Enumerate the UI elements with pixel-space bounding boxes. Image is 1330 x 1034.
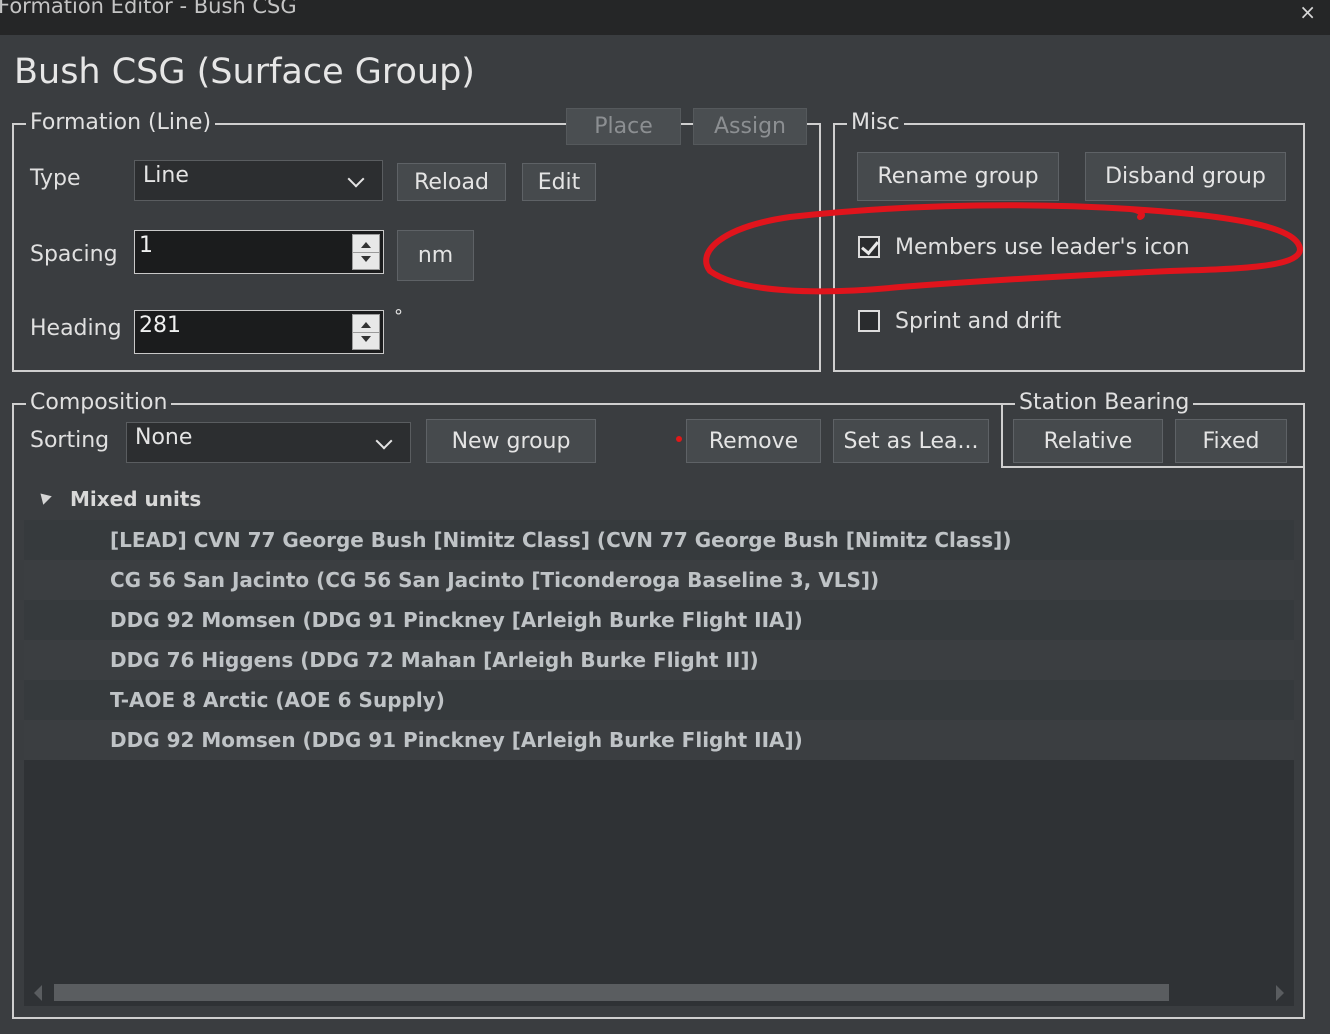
list-item[interactable]: DDG 92 Momsen (DDG 91 Pinckney [Arleigh … [24, 720, 1294, 760]
spacing-label: Spacing [30, 242, 118, 267]
units-tree-list[interactable]: Mixed units [LEAD] CVN 77 George Bush [N… [24, 480, 1294, 1000]
horizontal-scrollbar[interactable] [24, 978, 1294, 1006]
stepper-divider [353, 332, 379, 333]
stepper-divider [353, 252, 379, 253]
assign-button[interactable]: Assign [693, 108, 807, 145]
title-bar: Formation Editor - Bush CSG × [0, 0, 1330, 35]
red-dot-marker [676, 436, 682, 442]
title-bar-text: Formation Editor - Bush CSG [0, 0, 297, 18]
disband-group-button[interactable]: Disband group [1085, 152, 1286, 201]
chevron-up-icon[interactable] [361, 322, 371, 328]
new-group-button[interactable]: New group [426, 419, 596, 463]
chevron-down-icon [347, 170, 365, 188]
type-label: Type [30, 166, 81, 191]
heading-stepper-arrows[interactable] [352, 314, 380, 350]
list-item[interactable]: DDG 76 Higgens (DDG 72 Mahan [Arleigh Bu… [24, 640, 1294, 680]
list-item-label: DDG 76 Higgens (DDG 72 Mahan [Arleigh Bu… [110, 648, 759, 672]
type-dropdown-value: Line [143, 163, 189, 188]
remove-button[interactable]: Remove [686, 419, 821, 463]
chevron-down-icon [375, 432, 393, 450]
scrollbar-thumb[interactable] [54, 984, 1169, 1001]
list-item-label: CG 56 San Jacinto (CG 56 San Jacinto [Ti… [110, 568, 880, 592]
chevron-down-icon[interactable] [361, 256, 371, 262]
expand-triangle-icon[interactable] [36, 489, 52, 505]
sorting-label: Sorting [30, 428, 110, 453]
list-item[interactable]: [LEAD] CVN 77 George Bush [Nimitz Class]… [24, 520, 1294, 560]
relative-button[interactable]: Relative [1013, 419, 1163, 463]
annotation-stroke [703, 202, 1303, 295]
sorting-dropdown-value: None [135, 425, 193, 450]
sprint-drift-label: Sprint and drift [895, 309, 1062, 334]
formation-legend: Formation (Line) [26, 110, 216, 136]
list-item[interactable]: T-AOE 8 Arctic (AOE 6 Supply) [24, 680, 1294, 720]
reload-button[interactable]: Reload [397, 163, 506, 201]
list-item-label: T-AOE 8 Arctic (AOE 6 Supply) [110, 688, 445, 712]
list-item-label: DDG 92 Momsen (DDG 91 Pinckney [Arleigh … [110, 608, 803, 632]
composition-legend: Composition [26, 390, 172, 416]
heading-stepper[interactable]: 281 [134, 310, 384, 354]
chevron-down-icon[interactable] [361, 336, 371, 342]
edit-button[interactable]: Edit [522, 163, 596, 201]
sprint-drift-checkbox[interactable] [858, 310, 880, 332]
list-item[interactable]: CG 56 San Jacinto (CG 56 San Jacinto [Ti… [24, 560, 1294, 600]
heading-value: 281 [139, 313, 181, 338]
tree-group-label: Mixed units [70, 487, 202, 511]
station-bearing-legend: Station Bearing [1015, 390, 1194, 416]
sorting-dropdown[interactable]: None [126, 422, 411, 463]
fixed-button[interactable]: Fixed [1175, 419, 1287, 463]
scroll-left-icon[interactable] [34, 985, 42, 1001]
spacing-value: 1 [139, 233, 153, 258]
scroll-right-icon[interactable] [1276, 985, 1284, 1001]
red-annotation-ellipse [703, 202, 1303, 295]
type-dropdown[interactable]: Line [134, 160, 383, 201]
close-icon[interactable]: × [1299, 0, 1316, 24]
list-item-label: DDG 92 Momsen (DDG 91 Pinckney [Arleigh … [110, 728, 803, 752]
spacing-stepper[interactable]: 1 [134, 230, 384, 274]
rename-group-button[interactable]: Rename group [857, 152, 1059, 201]
page-title: Bush CSG (Surface Group) [14, 52, 475, 92]
heading-unit: ° [394, 306, 403, 327]
place-button[interactable]: Place [566, 108, 681, 145]
spacing-unit-button[interactable]: nm [397, 230, 474, 281]
list-item-label: [LEAD] CVN 77 George Bush [Nimitz Class]… [110, 528, 1012, 552]
set-as-leader-button[interactable]: Set as Lea... [833, 419, 989, 463]
spacing-stepper-arrows[interactable] [352, 234, 380, 270]
list-item[interactable]: DDG 92 Momsen (DDG 91 Pinckney [Arleigh … [24, 600, 1294, 640]
heading-label: Heading [30, 316, 122, 341]
tree-group-row[interactable]: Mixed units [24, 480, 1294, 520]
chevron-up-icon[interactable] [361, 242, 371, 248]
misc-legend: Misc [847, 110, 904, 136]
